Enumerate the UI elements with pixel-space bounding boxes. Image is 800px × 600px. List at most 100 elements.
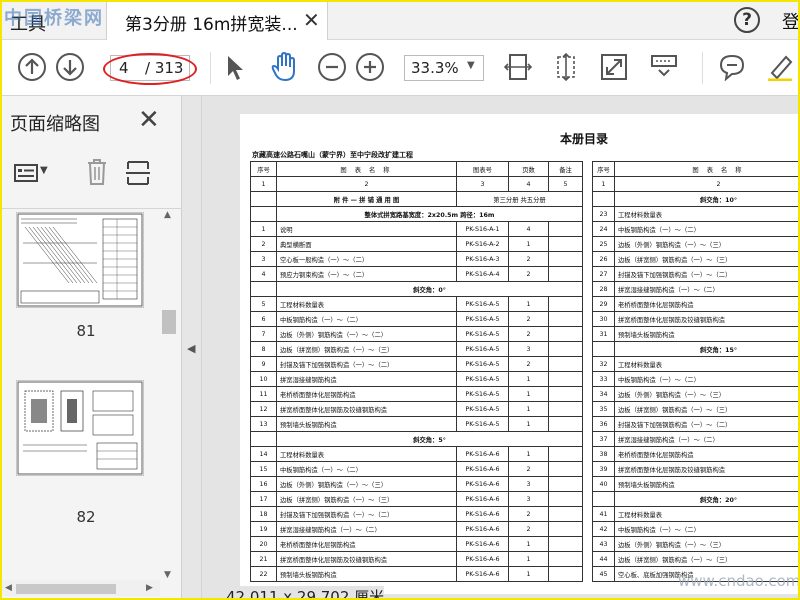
table-row: 43 边板（外侧）钢筋构造（一）～（三） xyxy=(592,536,798,552)
table-cell: 拼宽湿接缝钢筋构造（一）～（二） xyxy=(614,281,798,297)
scroll-down-arrow-icon[interactable]: ▼ xyxy=(164,570,171,580)
table-cell: 封锚及锚下加强钢筋构造（一）～（二） xyxy=(276,356,457,372)
table-cell: 40 xyxy=(592,476,615,492)
section-row: 斜交角：15° xyxy=(592,341,798,357)
hand-tool-icon[interactable] xyxy=(270,52,298,82)
fit-width-icon[interactable] xyxy=(504,53,532,81)
document-tab[interactable]: 第3分册 16m拼宽装... ✕ xyxy=(106,2,328,40)
table-cell xyxy=(548,566,583,582)
prev-page-icon[interactable] xyxy=(18,53,46,81)
table-cell: 老桥桥面整体化层钢筋构造 xyxy=(276,536,457,552)
table-cell: 封锚及锚下加强钢筋构造（一）～（二） xyxy=(614,266,798,282)
table-cell: 工程材料数量表 xyxy=(276,446,457,462)
table-row: 14 工程材料数量表 PK-S16-A-6 1 xyxy=(250,446,583,462)
table-row: 3 空心板一般构造（一）～（二） PK-S16-A-3 2 xyxy=(250,251,583,267)
fit-page-icon[interactable] xyxy=(552,53,580,81)
page-thumbnail[interactable] xyxy=(16,212,144,308)
table-cell: 预制墙头板钢筋构造 xyxy=(276,416,457,432)
table-cell: 18 xyxy=(250,506,277,522)
sidebar-scrollbar[interactable]: ▲ ▼ xyxy=(160,210,178,590)
index-cell: 1 xyxy=(250,176,277,192)
table-cell: 32 xyxy=(592,356,615,372)
table-cell xyxy=(250,206,277,222)
zoom-out-icon[interactable] xyxy=(318,53,346,81)
table-cell xyxy=(548,371,583,387)
zoom-in-icon[interactable] xyxy=(356,53,384,81)
table-cell: 中板钢筋构造（一）～（二） xyxy=(614,371,798,387)
table-cell xyxy=(548,221,583,237)
table-cell: 9 xyxy=(250,356,277,372)
section-row: 斜交角：10° xyxy=(592,191,798,207)
table-row: 16 边板（外侧）钢筋构造（一）～（三） PK-S16-A-6 3 xyxy=(250,476,583,492)
table-row: 28 拼宽湿接缝钢筋构造（一）～（二） xyxy=(592,281,798,297)
table-row: 33 中板钢筋构造（一）～（二） xyxy=(592,371,798,387)
book-title: 本册目录 xyxy=(560,132,609,146)
table-row: 18 封锚及锚下加强钢筋构造（一）～（二） PK-S16-A-6 2 xyxy=(250,506,583,522)
header-cell: 页数 xyxy=(508,161,549,177)
table-cell: 边板（外侧）钢筋构造（一）～（三） xyxy=(276,476,457,492)
sidebar-scroll-thumb[interactable] xyxy=(162,310,176,334)
next-page-icon[interactable] xyxy=(56,53,84,81)
table-cell xyxy=(548,326,583,342)
table-cell: 36 xyxy=(592,416,615,432)
insert-page-icon[interactable] xyxy=(126,160,150,186)
table-cell: PK-S16-A-5 xyxy=(456,401,509,417)
table-cell: 老桥桥面整体化层钢筋构造 xyxy=(614,296,798,312)
scroll-left-arrow-icon[interactable]: ◀ xyxy=(5,583,12,593)
zoom-select[interactable]: 33.3% ▼ xyxy=(404,55,484,81)
table-cell: 第三分册 共五分册 xyxy=(456,191,583,207)
table-cell: PK-S16-A-4 xyxy=(456,266,509,282)
delete-page-icon[interactable] xyxy=(86,158,108,186)
table-cell: 整体式拼宽路基宽度：2x20.5m 跨径：16m xyxy=(276,206,583,222)
section-row: 附 件 — 拼 铺 通 用 图第三分册 共五分册 xyxy=(250,191,583,207)
full-screen-icon[interactable] xyxy=(600,53,628,81)
table-cell: 老桥桥面整体化层钢筋构造 xyxy=(614,446,798,462)
sign-in-link[interactable]: 登 xyxy=(782,8,798,34)
table-cell: PK-S16-A-6 xyxy=(456,551,509,567)
scroll-mode-icon[interactable] xyxy=(650,53,678,81)
scroll-right-arrow-icon[interactable]: ▶ xyxy=(146,583,153,593)
sidebar-horizontal-scrollbar[interactable]: ◀ ▶ xyxy=(2,580,160,596)
table-cell: 拼宽湿接缝钢筋构造 xyxy=(276,371,457,387)
document-page: 本册目录 京藏高速公路石嘴山（蒙宁界）至中宁段改扩建工程 序号 图 表 名 称 … xyxy=(240,114,798,594)
collapse-sidebar-icon[interactable]: ◀ xyxy=(187,342,195,355)
highlight-pen-icon[interactable] xyxy=(766,53,794,81)
table-row: 27 封锚及锚下加强钢筋构造（一）～（二） xyxy=(592,266,798,282)
thumbnail-options-icon[interactable] xyxy=(14,164,38,182)
table-row: 44 边板（拼宽侧）钢筋构造（一）～（三） xyxy=(592,551,798,567)
table-row: 34 边板（外侧）钢筋构造（一）～（三） xyxy=(592,386,798,402)
table-row: 39 拼宽桥面整体化层钢筋及铰缝钢筋构造 xyxy=(592,461,798,477)
chevron-down-icon[interactable]: ▼ xyxy=(40,165,48,176)
table-row: 15 中板钢筋构造（一）～（二） PK-S16-A-6 2 xyxy=(250,461,583,477)
table-cell: 说明 xyxy=(276,221,457,237)
table-cell: 30 xyxy=(592,311,615,327)
comment-icon[interactable] xyxy=(718,53,746,81)
header-cell: 序号 xyxy=(250,161,277,177)
header-cell: 图 表 名 称 xyxy=(276,161,457,177)
section-row: 斜交角：5° xyxy=(250,431,583,447)
close-sidebar-icon[interactable]: ✕ xyxy=(138,105,160,135)
table-row: 2 典型横断面 PK-S16-A-2 1 xyxy=(250,236,583,252)
table-cell: 中板钢筋构造（一）～（二） xyxy=(276,311,457,327)
header-cell: 备注 xyxy=(548,161,583,177)
table-cell: 中板钢筋构造（一）～（二） xyxy=(276,461,457,477)
index-cell: 1 xyxy=(592,176,615,192)
table-row: 26 边板（拼宽侧）钢筋构造（一）～（三） xyxy=(592,251,798,267)
select-cursor-icon[interactable] xyxy=(226,55,244,81)
page-thumbnail[interactable] xyxy=(16,380,144,476)
document-view[interactable]: 本册目录 京藏高速公路石嘴山（蒙宁界）至中宁段改扩建工程 序号 图 表 名 称 … xyxy=(202,96,798,598)
table-cell: PK-S16-A-5 xyxy=(456,416,509,432)
table-cell xyxy=(548,476,583,492)
table-cell: 19 xyxy=(250,521,277,537)
document-tab-title: 第3分册 16m拼宽装... xyxy=(125,15,298,35)
table-row: 5 工程材料数量表 PK-S16-A-5 1 xyxy=(250,296,583,312)
sidebar-horizontal-scroll-thumb[interactable] xyxy=(16,584,116,594)
help-icon[interactable]: ? xyxy=(734,7,760,33)
table-cell: 边板（外侧）钢筋构造（一）～（三） xyxy=(614,386,798,402)
close-tab-icon[interactable]: ✕ xyxy=(303,8,320,32)
sidebar-collapse-rail[interactable]: ◀ xyxy=(182,96,202,598)
table-cell: 44 xyxy=(592,551,615,567)
table-cell xyxy=(548,461,583,477)
index-cell: 2 xyxy=(276,176,457,192)
scroll-up-arrow-icon[interactable]: ▲ xyxy=(164,210,171,220)
